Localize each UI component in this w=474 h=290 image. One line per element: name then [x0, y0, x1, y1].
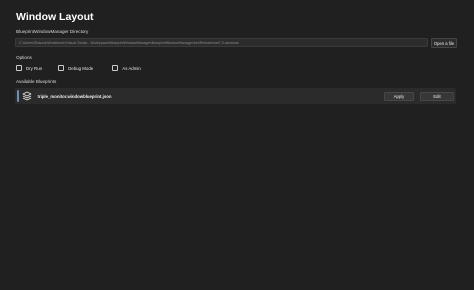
dry-run-option[interactable]: Dry Run [16, 65, 42, 71]
selection-accent-bar [17, 90, 19, 102]
available-blueprints-label: Available Blueprints [16, 79, 57, 84]
edit-button[interactable]: Edit [420, 91, 454, 101]
page-title: Window Layout [16, 11, 94, 23]
as-admin-label: As Admin [122, 65, 141, 71]
blueprint-list-item: triple_monitor.windowblueprint.json Appl… [15, 88, 456, 104]
debug-mode-label: Debug Mode [68, 65, 94, 71]
open-file-button[interactable]: Open a file [431, 38, 457, 48]
as-admin-checkbox[interactable] [112, 65, 119, 71]
apply-button[interactable]: Apply [384, 91, 414, 101]
debug-mode-option[interactable]: Debug Mode [58, 65, 93, 71]
directory-path-input[interactable] [15, 38, 428, 47]
dry-run-checkbox[interactable] [16, 65, 22, 71]
options-label: Options [16, 55, 32, 60]
as-admin-option[interactable]: As Admin [112, 65, 141, 71]
directory-row: Open a file [15, 38, 457, 48]
layers-icon [22, 91, 32, 101]
blueprint-name: triple_monitor.windowblueprint.json [37, 93, 112, 99]
directory-label: BlueprintWindowManager Directory [16, 29, 89, 34]
debug-mode-checkbox[interactable] [58, 65, 65, 71]
dry-run-label: Dry Run [26, 65, 43, 71]
options-row: Dry Run Debug Mode As Admin [16, 64, 156, 72]
